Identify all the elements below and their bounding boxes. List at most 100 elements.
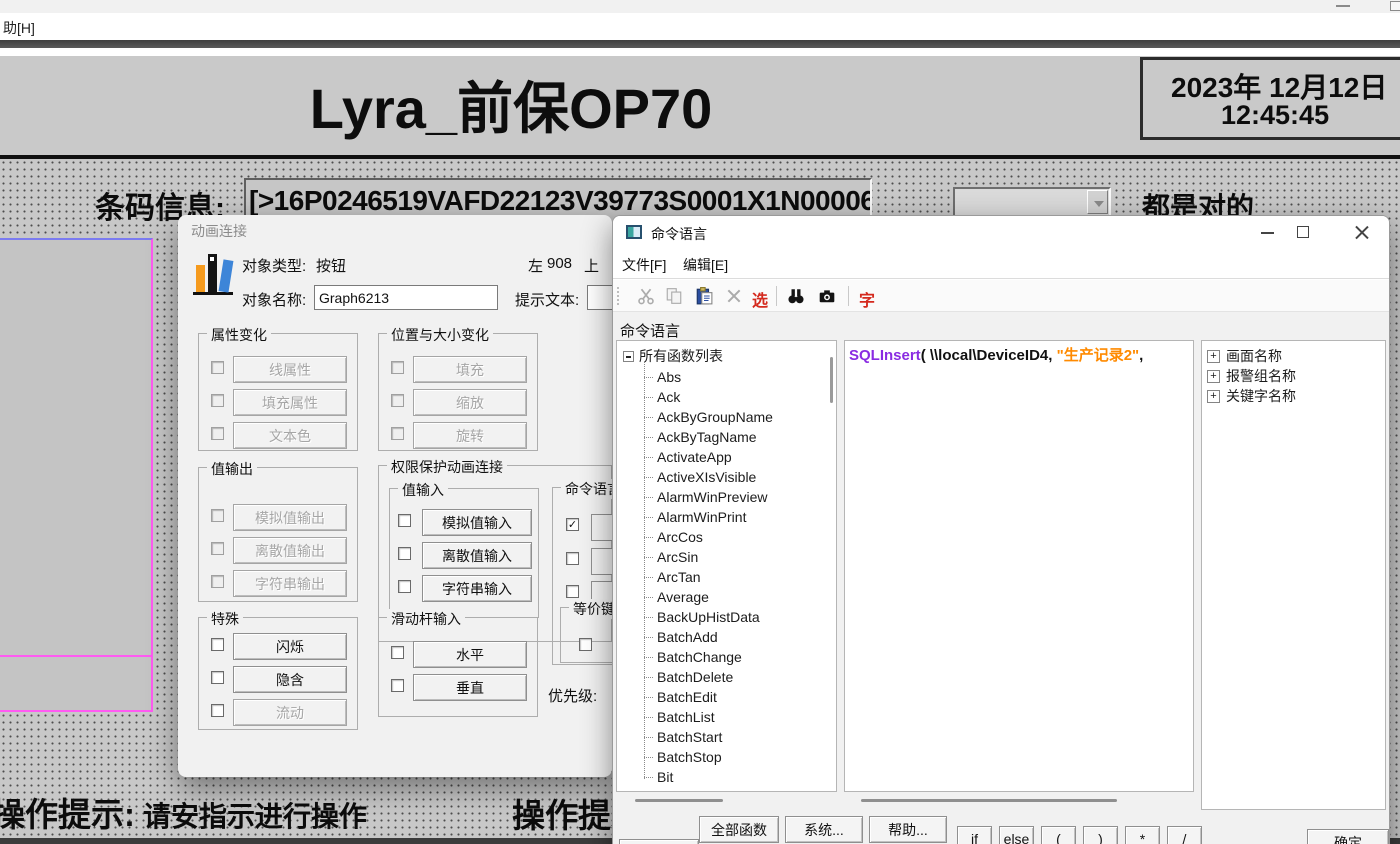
names-tree-panel[interactable]: 画面名称报警组名称关键字名称 — [1201, 340, 1386, 810]
rotate-button[interactable]: 旋转 — [413, 422, 527, 449]
checkbox-cmdlang-1[interactable] — [566, 518, 579, 531]
checkbox-cmdlang-2[interactable] — [566, 552, 579, 565]
checkbox-discrete-in[interactable] — [398, 547, 411, 560]
selected-graphic-panel[interactable] — [0, 238, 153, 712]
function-item[interactable]: ArcSin — [617, 547, 836, 567]
operator-button[interactable]: / — [1167, 826, 1202, 844]
help-menu[interactable]: 助[H] — [3, 18, 35, 38]
dropdown-button[interactable] — [1087, 190, 1108, 214]
function-tree-panel[interactable]: 所有函数列表 AbsAckAckByGroupNameAckByTagNameA… — [616, 340, 837, 792]
system-button[interactable]: 系统... — [785, 816, 863, 843]
checkbox-string-in[interactable] — [398, 580, 411, 593]
function-item[interactable]: ActiveXIsVisible — [617, 467, 836, 487]
fill-attr-button[interactable]: 填充属性 — [233, 389, 347, 416]
copy-icon[interactable] — [665, 287, 683, 305]
checkbox-string-out[interactable] — [211, 575, 224, 588]
text-color-button[interactable]: 文本色 — [233, 422, 347, 449]
vertical-button[interactable]: 垂直 — [413, 674, 527, 701]
function-item[interactable]: ArcCos — [617, 527, 836, 547]
checkbox-rotate[interactable] — [391, 427, 404, 440]
checkbox-cmdlang-3[interactable] — [566, 585, 579, 598]
file-menu[interactable]: 文件[F] — [622, 255, 666, 275]
maximize-icon[interactable] — [1390, 1, 1400, 11]
checkbox-text-color[interactable] — [211, 427, 224, 440]
function-item[interactable]: Abs — [617, 367, 836, 387]
analog-input-button[interactable]: 模拟值输入 — [422, 509, 532, 536]
edit-menu[interactable]: 编辑[E] — [683, 255, 728, 275]
help-button[interactable]: 帮助... — [869, 816, 947, 843]
ok-button[interactable]: 确定 — [1307, 829, 1389, 844]
function-item[interactable]: Ack — [617, 387, 836, 407]
string-input-button[interactable]: 字符串输入 — [422, 575, 532, 602]
tree-hscrollbar[interactable] — [635, 799, 723, 802]
cmdlang-button-2[interactable] — [591, 548, 612, 575]
operator-button[interactable]: else — [999, 826, 1034, 844]
function-item[interactable]: BatchStart — [617, 727, 836, 747]
checkbox-discrete-out[interactable] — [211, 542, 224, 555]
function-item[interactable]: ArcTan — [617, 567, 836, 587]
checkbox-scale[interactable] — [391, 394, 404, 407]
function-item[interactable]: AckByTagName — [617, 427, 836, 447]
operator-button[interactable]: if — [957, 826, 992, 844]
code-editor[interactable]: SQLInsert( \\local\DeviceID4, "生产记录2", — [844, 340, 1194, 792]
checkbox-flow[interactable] — [211, 704, 224, 717]
checkbox-line-attr[interactable] — [211, 361, 224, 374]
function-item[interactable]: Average — [617, 587, 836, 607]
function-item[interactable]: BatchAdd — [617, 627, 836, 647]
operator-button[interactable]: * — [1125, 826, 1160, 844]
object-name-input[interactable] — [314, 285, 498, 310]
checkbox-vertical[interactable] — [391, 679, 404, 692]
checkbox-blink[interactable] — [211, 638, 224, 651]
names-tree-item[interactable]: 关键字名称 — [1202, 386, 1385, 406]
function-item[interactable]: AlarmWinPreview — [617, 487, 836, 507]
function-item[interactable]: BatchEdit — [617, 687, 836, 707]
delete-icon[interactable] — [725, 287, 743, 305]
function-item[interactable]: BatchDelete — [617, 667, 836, 687]
tree-scrollbar[interactable] — [830, 357, 833, 403]
checkbox-analog-in[interactable] — [398, 514, 411, 527]
function-item[interactable]: BatchStop — [617, 747, 836, 767]
names-tree-item[interactable]: 报警组名称 — [1202, 366, 1385, 386]
names-tree-item[interactable]: 画面名称 — [1202, 346, 1385, 366]
line-attr-button[interactable]: 线属性 — [233, 356, 347, 383]
minimize-icon[interactable] — [1261, 232, 1274, 234]
discrete-input-button[interactable]: 离散值输入 — [422, 542, 532, 569]
operator-button[interactable]: ( — [1041, 826, 1076, 844]
tree-root[interactable]: 所有函数列表 — [623, 346, 723, 366]
collapse-icon[interactable] — [623, 351, 634, 362]
flow-button[interactable]: 流动 — [233, 699, 347, 726]
function-item[interactable]: AckByGroupName — [617, 407, 836, 427]
minimize-icon[interactable] — [1336, 5, 1350, 7]
tip-text-input[interactable] — [587, 285, 612, 310]
analog-output-button[interactable]: 模拟值输出 — [233, 504, 347, 531]
function-item[interactable]: BackUpHistData — [617, 607, 836, 627]
checkbox-fill-attr[interactable] — [211, 394, 224, 407]
hide-button[interactable]: 隐含 — [233, 666, 347, 693]
canvas-dropdown[interactable] — [953, 187, 1111, 217]
cmdlang-button-1[interactable] — [591, 514, 612, 541]
checkbox-fill[interactable] — [391, 361, 404, 374]
scale-button[interactable]: 缩放 — [413, 389, 527, 416]
fill-button[interactable]: 填充 — [413, 356, 527, 383]
operator-button[interactable]: ) — [1083, 826, 1118, 844]
discrete-output-button[interactable]: 离散值输出 — [233, 537, 347, 564]
editor-hscrollbar[interactable] — [861, 799, 1117, 802]
function-item[interactable]: Bit — [617, 767, 836, 787]
cut-icon[interactable] — [637, 287, 655, 305]
maximize-icon[interactable] — [1297, 226, 1309, 238]
close-icon[interactable] — [1355, 225, 1369, 239]
string-output-button[interactable]: 字符串输出 — [233, 570, 347, 597]
blink-button[interactable]: 闪烁 — [233, 633, 347, 660]
font-tool[interactable]: 字 — [859, 287, 875, 311]
function-item[interactable]: ActivateApp — [617, 447, 836, 467]
function-item[interactable]: BatchList — [617, 707, 836, 727]
checkbox-equivalent[interactable] — [579, 638, 592, 651]
checkbox-horizontal[interactable] — [391, 646, 404, 659]
partial-button[interactable] — [619, 839, 699, 844]
all-functions-button[interactable]: 全部函数 — [699, 816, 779, 843]
function-item[interactable]: BatchChange — [617, 647, 836, 667]
select-tool[interactable]: 选 — [752, 287, 768, 311]
checkbox-hide[interactable] — [211, 671, 224, 684]
checkbox-analog-out[interactable] — [211, 509, 224, 522]
camera-icon[interactable] — [818, 287, 836, 305]
